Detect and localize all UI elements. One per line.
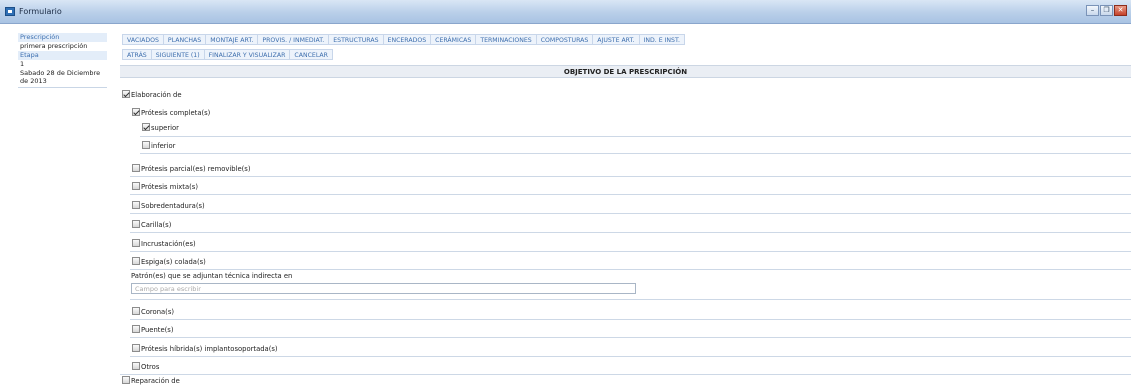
prescription-label: Prescripción bbox=[18, 33, 107, 42]
elaboracion-label: Elaboración de bbox=[131, 91, 182, 99]
elaboracion-row[interactable]: Elaboración de bbox=[122, 89, 182, 101]
cancel-button[interactable]: CANCELAR bbox=[289, 49, 333, 60]
superior-label: superior bbox=[151, 124, 179, 132]
inferior-checkbox[interactable] bbox=[142, 141, 150, 149]
separator bbox=[130, 356, 1131, 357]
window-controls: – ❐ ✕ bbox=[1085, 5, 1127, 16]
otros-label: Otros bbox=[141, 363, 160, 371]
mixta-label: Prótesis mixta(s) bbox=[141, 183, 198, 191]
espiga-colada-checkbox[interactable] bbox=[132, 257, 140, 265]
sobredentadura-label: Sobredentadura(s) bbox=[141, 202, 205, 210]
separator bbox=[130, 176, 1131, 177]
restore-icon[interactable]: ❐ bbox=[1100, 5, 1113, 16]
separator bbox=[130, 337, 1131, 338]
separator bbox=[130, 319, 1131, 320]
inferior-row[interactable]: inferior bbox=[142, 140, 175, 152]
tab-vaciados[interactable]: VACIADOS bbox=[122, 34, 164, 45]
finish-view-button[interactable]: FINALIZAR Y VISUALIZAR bbox=[203, 49, 291, 60]
sidebar: Prescripción primera prescripción Etapa … bbox=[18, 33, 107, 88]
patron-label: Patrón(es) que se adjuntan técnica indir… bbox=[131, 272, 293, 280]
mixta-checkbox[interactable] bbox=[132, 182, 140, 190]
superior-row[interactable]: superior bbox=[142, 122, 179, 134]
patron-input[interactable] bbox=[131, 283, 636, 294]
hibrida-label: Prótesis híbrida(s) implantosoportada(s) bbox=[141, 345, 278, 353]
reparacion-label: Reparación de bbox=[131, 377, 180, 385]
separator bbox=[130, 269, 1131, 270]
window-titlebar: Formulario – ❐ ✕ bbox=[0, 0, 1131, 24]
tab-ajuste-art[interactable]: AJUSTE ART. bbox=[592, 34, 640, 45]
separator bbox=[130, 213, 1131, 214]
inferior-label: inferior bbox=[151, 142, 176, 150]
corona-checkbox[interactable] bbox=[132, 307, 140, 315]
close-icon[interactable]: ✕ bbox=[1114, 5, 1127, 16]
tab-provis-inmediat[interactable]: PROVIS. / INMEDIAT. bbox=[257, 34, 330, 45]
separator bbox=[130, 299, 1131, 300]
otros-checkbox[interactable] bbox=[132, 362, 140, 370]
espiga-colada-row[interactable]: Espiga(s) colada(s) bbox=[132, 256, 206, 268]
separator bbox=[120, 374, 1131, 375]
tab-encerados[interactable]: ENCERADOS bbox=[382, 34, 432, 45]
tab-montaje-art[interactable]: MONTAJE ART. bbox=[205, 34, 259, 45]
separator bbox=[130, 194, 1131, 195]
tab-planchas[interactable]: PLANCHAS bbox=[162, 34, 207, 45]
category-tabs: VACIADOS PLANCHAS MONTAJE ART. PROVIS. /… bbox=[122, 34, 685, 45]
sobredentadura-row[interactable]: Sobredentadura(s) bbox=[132, 200, 205, 212]
puente-label: Puente(s) bbox=[141, 326, 174, 334]
separator bbox=[140, 153, 1131, 154]
sobredentadura-checkbox[interactable] bbox=[132, 201, 140, 209]
reparacion-checkbox[interactable] bbox=[122, 376, 130, 384]
carilla-row[interactable]: Carilla(s) bbox=[132, 219, 171, 231]
separator bbox=[130, 232, 1131, 233]
window-title: Formulario bbox=[19, 7, 62, 16]
separator bbox=[140, 136, 1131, 137]
carilla-label: Carilla(s) bbox=[141, 221, 172, 229]
puente-row[interactable]: Puente(s) bbox=[132, 324, 173, 336]
app-icon bbox=[5, 7, 15, 16]
prescription-value: primera prescripción bbox=[20, 42, 88, 50]
stage-label: Etapa bbox=[18, 51, 107, 60]
nav-buttons: ATRÁS SIGUIENTE (1) FINALIZAR Y VISUALIZ… bbox=[122, 49, 333, 60]
minimize-icon[interactable]: – bbox=[1086, 5, 1099, 16]
parcial-removible-label: Prótesis parcial(es) removible(s) bbox=[141, 165, 251, 173]
espiga-colada-label: Espiga(s) colada(s) bbox=[141, 258, 206, 266]
mixta-row[interactable]: Prótesis mixta(s) bbox=[132, 181, 198, 193]
tab-composturas[interactable]: COMPOSTURAS bbox=[535, 34, 594, 45]
tab-ceramicas[interactable]: CERÁMICAS bbox=[430, 34, 477, 45]
otros-row[interactable]: Otros bbox=[132, 361, 159, 373]
date-value: Sabado 28 de Diciembre de 2013 bbox=[18, 69, 107, 88]
back-button[interactable]: ATRÁS bbox=[122, 49, 152, 60]
incrustacion-row[interactable]: Incrustación(es) bbox=[132, 238, 196, 250]
tab-ind-inst[interactable]: IND. E INST. bbox=[638, 34, 685, 45]
reparacion-row[interactable]: Reparación de bbox=[122, 375, 180, 387]
parcial-removible-checkbox[interactable] bbox=[132, 164, 140, 172]
section-title: OBJETIVO DE LA PRESCRIPCIÓN bbox=[120, 65, 1131, 78]
incrustacion-checkbox[interactable] bbox=[132, 239, 140, 247]
elaboracion-checkbox[interactable] bbox=[122, 90, 130, 98]
protesis-completa-checkbox[interactable] bbox=[132, 108, 140, 116]
puente-checkbox[interactable] bbox=[132, 325, 140, 333]
separator bbox=[130, 251, 1131, 252]
tab-terminaciones[interactable]: TERMINACIONES bbox=[475, 34, 537, 45]
protesis-completa-row[interactable]: Prótesis completa(s) bbox=[132, 107, 210, 119]
hibrida-row[interactable]: Prótesis híbrida(s) implantosoportada(s) bbox=[132, 343, 278, 355]
parcial-removible-row[interactable]: Prótesis parcial(es) removible(s) bbox=[132, 163, 251, 175]
incrustacion-label: Incrustación(es) bbox=[141, 240, 196, 248]
corona-row[interactable]: Corona(s) bbox=[132, 306, 174, 318]
carilla-checkbox[interactable] bbox=[132, 220, 140, 228]
hibrida-checkbox[interactable] bbox=[132, 344, 140, 352]
protesis-completa-label: Prótesis completa(s) bbox=[141, 109, 211, 117]
superior-checkbox[interactable] bbox=[142, 123, 150, 131]
next-button[interactable]: SIGUIENTE (1) bbox=[150, 49, 205, 60]
tab-estructuras[interactable]: ESTRUCTURAS bbox=[328, 34, 384, 45]
stage-value: 1 bbox=[20, 60, 25, 68]
corona-label: Corona(s) bbox=[141, 308, 175, 316]
